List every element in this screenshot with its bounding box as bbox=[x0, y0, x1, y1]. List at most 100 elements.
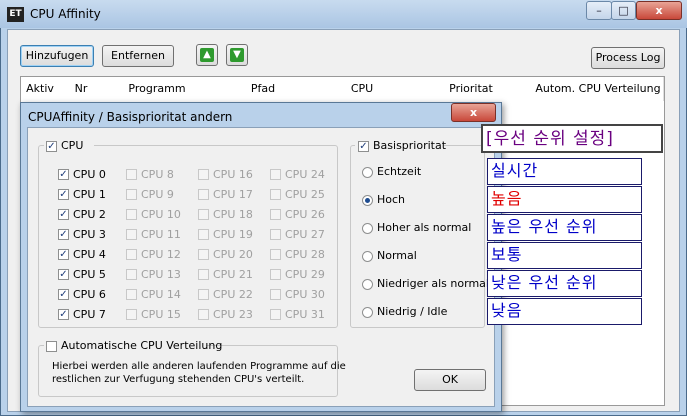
cpu-13-checkbox bbox=[126, 269, 137, 280]
annotation-realtime: 실시간 bbox=[487, 158, 642, 185]
move-down-button[interactable]: ▼ bbox=[226, 44, 248, 66]
cpu-19-label: CPU 19 bbox=[213, 228, 253, 241]
cpu-28-label: CPU 28 bbox=[285, 248, 325, 261]
radio-normal[interactable] bbox=[362, 251, 373, 262]
dialog-title: CPUAffinity / Basisprioritat andern bbox=[28, 110, 233, 124]
cpu-8-checkbox bbox=[126, 169, 137, 180]
cpu-3-checkbox[interactable]: ✓ bbox=[58, 229, 69, 240]
cpu-30-label: CPU 30 bbox=[285, 288, 325, 301]
move-up-button[interactable]: ▲ bbox=[196, 44, 218, 66]
arrow-up-icon: ▲ bbox=[200, 48, 214, 62]
cpu-16-label: CPU 16 bbox=[213, 168, 253, 181]
window-title: CPU Affinity bbox=[30, 7, 101, 21]
dialog-close-button[interactable]: x bbox=[451, 103, 496, 122]
maximize-button[interactable]: □ bbox=[611, 1, 636, 20]
radio-realtime-label: Echtzeit bbox=[377, 165, 422, 178]
column-header-active[interactable]: Aktiv bbox=[21, 77, 60, 101]
cpu-0-checkbox[interactable]: ✓ bbox=[58, 169, 69, 180]
cpu-11-label: CPU 11 bbox=[141, 228, 181, 241]
cpu-31-checkbox bbox=[270, 309, 281, 320]
cpu-8-label: CPU 8 bbox=[141, 168, 174, 181]
column-header-path[interactable]: Pfad bbox=[211, 77, 316, 101]
cpu-23-label: CPU 23 bbox=[213, 308, 253, 321]
radio-above-normal-label: Hoher als normal bbox=[377, 221, 472, 234]
auto-cpu-description-line1: Hierbei werden alle anderen laufenden Pr… bbox=[52, 361, 346, 372]
cpu-15-label: CPU 15 bbox=[141, 308, 181, 321]
cpu-17-label: CPU 17 bbox=[213, 188, 253, 201]
radio-high[interactable] bbox=[362, 195, 373, 206]
cpu-27-label: CPU 27 bbox=[285, 228, 325, 241]
cpu-4-label: CPU 4 bbox=[73, 248, 106, 261]
annotation-above-normal: 높은 우선 순위 bbox=[487, 214, 642, 241]
cpu-17-checkbox bbox=[198, 189, 209, 200]
cpu-18-label: CPU 18 bbox=[213, 208, 253, 221]
cpu-7-label: CPU 7 bbox=[73, 308, 106, 321]
annotation-below-normal: 낮은 우선 순위 bbox=[487, 270, 642, 297]
title-bar[interactable] bbox=[0, 0, 687, 28]
column-header-auto-cpu[interactable]: Autom. CPU Verteilung bbox=[533, 77, 664, 101]
cpu-9-label: CPU 9 bbox=[141, 188, 174, 201]
cpu-1-checkbox[interactable]: ✓ bbox=[58, 189, 69, 200]
priority-group-checkbox[interactable]: ✓ bbox=[358, 141, 369, 152]
cpu-7-checkbox[interactable]: ✓ bbox=[58, 309, 69, 320]
cpu-20-label: CPU 20 bbox=[213, 248, 253, 261]
cpu-22-checkbox bbox=[198, 289, 209, 300]
annotation-normal: 보통 bbox=[487, 242, 642, 269]
cpu-25-checkbox bbox=[270, 189, 281, 200]
radio-realtime[interactable] bbox=[362, 167, 373, 178]
auto-cpu-label: Automatische CPU Verteilung bbox=[61, 339, 223, 352]
radio-idle[interactable] bbox=[362, 307, 373, 318]
cpu-4-checkbox[interactable]: ✓ bbox=[58, 249, 69, 260]
cpu-12-checkbox bbox=[126, 249, 137, 260]
cpu-14-checkbox bbox=[126, 289, 137, 300]
cpu-23-checkbox bbox=[198, 309, 209, 320]
cpu-31-label: CPU 31 bbox=[285, 308, 325, 321]
radio-idle-label: Niedrig / Idle bbox=[377, 305, 448, 318]
column-header-nr[interactable]: Nr bbox=[59, 77, 104, 101]
cpu-29-checkbox bbox=[270, 269, 281, 280]
auto-cpu-checkbox[interactable] bbox=[46, 341, 57, 352]
close-button[interactable]: x bbox=[636, 1, 682, 20]
cpu-26-label: CPU 26 bbox=[285, 208, 325, 221]
cpu-10-label: CPU 10 bbox=[141, 208, 181, 221]
cpu-0-label: CPU 0 bbox=[73, 168, 106, 181]
cpu-2-checkbox[interactable]: ✓ bbox=[58, 209, 69, 220]
radio-above-normal[interactable] bbox=[362, 223, 373, 234]
cpu-26-checkbox bbox=[270, 209, 281, 220]
cpu-12-label: CPU 12 bbox=[141, 248, 181, 261]
cpu-14-label: CPU 14 bbox=[141, 288, 181, 301]
remove-button[interactable]: Entfernen bbox=[102, 45, 174, 67]
column-header-priority[interactable]: Prioritat bbox=[409, 77, 534, 101]
radio-high-label: Hoch bbox=[377, 193, 406, 206]
process-log-button[interactable]: Process Log bbox=[591, 47, 665, 69]
radio-normal-label: Normal bbox=[377, 249, 417, 262]
cpu-20-checkbox bbox=[198, 249, 209, 260]
cpu-21-label: CPU 21 bbox=[213, 268, 253, 281]
cpu-group-label: CPU bbox=[61, 139, 84, 152]
cpu-22-label: CPU 22 bbox=[213, 288, 253, 301]
annotation-idle: 낮음 bbox=[487, 298, 642, 325]
cpu-25-label: CPU 25 bbox=[285, 188, 325, 201]
ok-button[interactable]: OK bbox=[414, 369, 486, 391]
app-icon: ET bbox=[7, 7, 24, 22]
cpu-19-checkbox bbox=[198, 229, 209, 240]
column-header-cpu[interactable]: CPU bbox=[315, 77, 410, 101]
priority-group-label: Basisprioritat bbox=[373, 139, 447, 152]
cpu-1-label: CPU 1 bbox=[73, 188, 106, 201]
cpu-6-checkbox[interactable]: ✓ bbox=[58, 289, 69, 300]
cpu-group-checkbox[interactable]: ✓ bbox=[46, 141, 57, 152]
minimize-button[interactable]: – bbox=[586, 1, 612, 20]
cpu-18-checkbox bbox=[198, 209, 209, 220]
auto-cpu-description-line2: restlichen zur Verfugung stehenden CPU's… bbox=[52, 374, 305, 385]
cpu-15-checkbox bbox=[126, 309, 137, 320]
annotation-high: 높음 bbox=[487, 186, 642, 213]
cpu-30-checkbox bbox=[270, 289, 281, 300]
radio-below-normal[interactable] bbox=[362, 279, 373, 290]
column-header-program[interactable]: Programm bbox=[103, 77, 212, 101]
cpu-5-checkbox[interactable]: ✓ bbox=[58, 269, 69, 280]
cpu-28-checkbox bbox=[270, 249, 281, 260]
cpu-3-label: CPU 3 bbox=[73, 228, 106, 241]
add-button[interactable]: Hinzufugen bbox=[20, 45, 94, 67]
cpu-11-checkbox bbox=[126, 229, 137, 240]
cpu-10-checkbox bbox=[126, 209, 137, 220]
